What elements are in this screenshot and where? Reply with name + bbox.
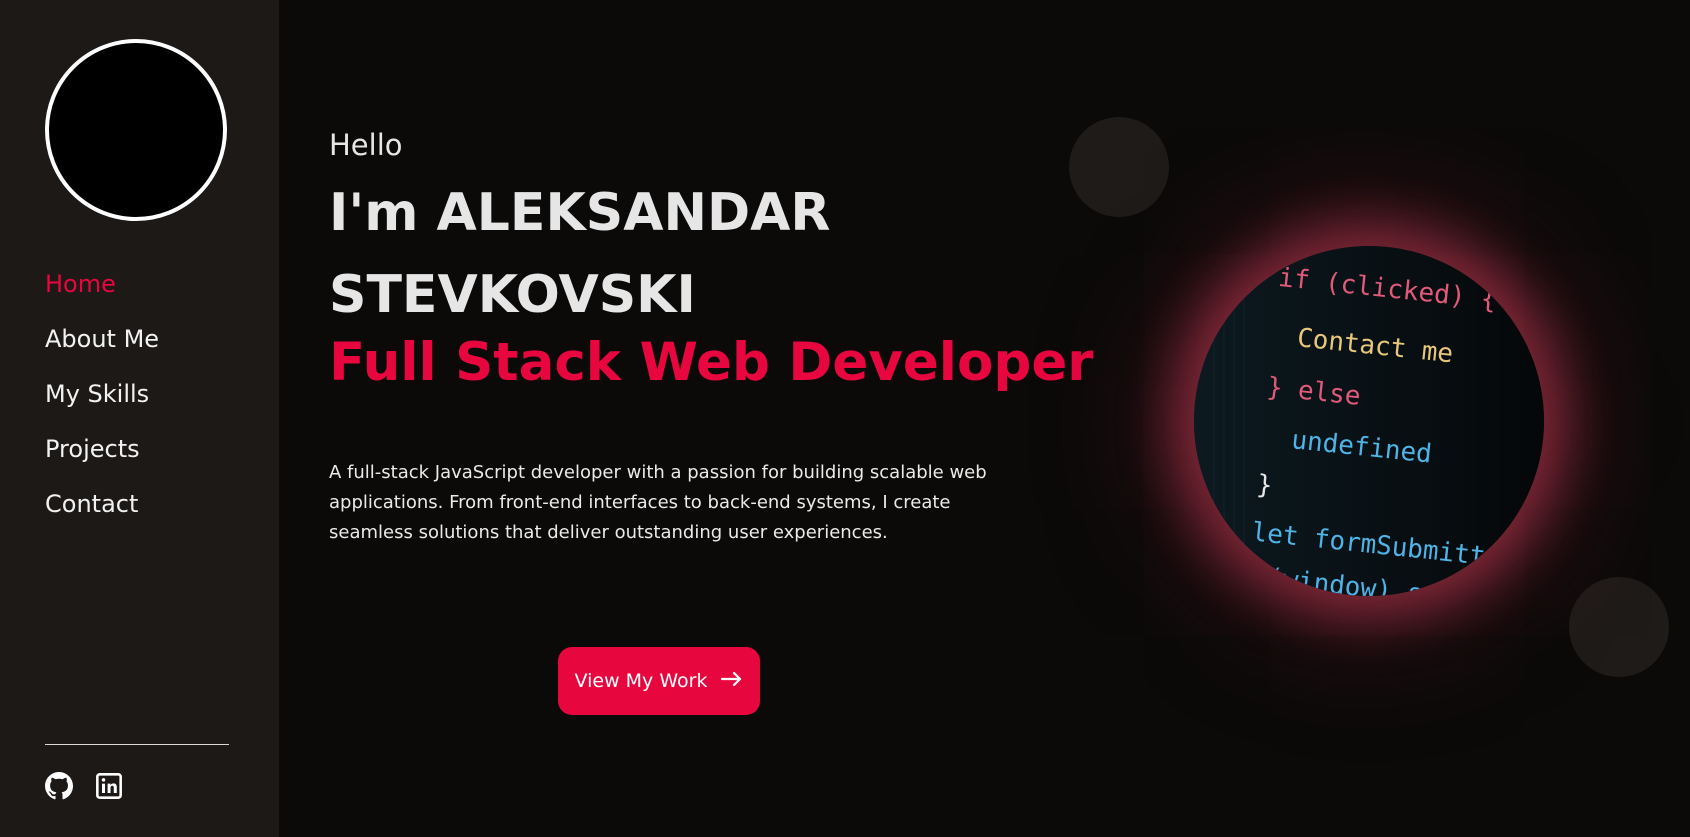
nav-item-contact[interactable]: Contact bbox=[45, 486, 159, 541]
nav-item-home[interactable]: Home bbox=[45, 266, 159, 321]
decorative-bubble bbox=[1569, 577, 1669, 677]
hero-description: A full-stack JavaScript developer with a… bbox=[329, 462, 987, 543]
decorative-bubble bbox=[1069, 117, 1169, 217]
github-icon[interactable] bbox=[45, 772, 73, 800]
hero-role: Full Stack Web Developer bbox=[329, 332, 1094, 393]
greeting: Hello bbox=[329, 128, 403, 162]
arrow-right-icon bbox=[721, 670, 743, 692]
nav-item-about-me[interactable]: About Me bbox=[45, 321, 159, 376]
view-my-work-button[interactable]: View My Work bbox=[558, 647, 760, 715]
sidebar: Home About Me My Skills Projects Contact bbox=[0, 0, 279, 837]
sidebar-nav: Home About Me My Skills Projects Contact bbox=[45, 266, 159, 541]
avatar bbox=[45, 39, 227, 221]
portfolio-page: Home About Me My Skills Projects Contact bbox=[0, 0, 1690, 837]
code-line: } bbox=[1255, 470, 1274, 501]
hero-name: I'm ALEKSANDAR STEVKOVSKI bbox=[329, 183, 831, 325]
social-links bbox=[45, 772, 123, 800]
sidebar-divider bbox=[45, 744, 229, 745]
code-image: if (clicked) { Contact me } else undefin… bbox=[1194, 246, 1544, 596]
linkedin-icon[interactable] bbox=[95, 772, 123, 800]
nav-item-projects[interactable]: Projects bbox=[45, 431, 159, 486]
nav-item-my-skills[interactable]: My Skills bbox=[45, 376, 159, 431]
cta-label: View My Work bbox=[574, 670, 708, 692]
